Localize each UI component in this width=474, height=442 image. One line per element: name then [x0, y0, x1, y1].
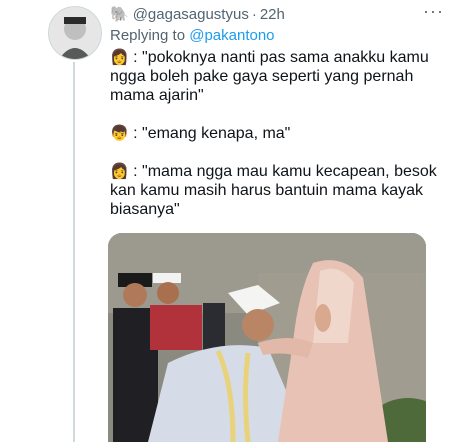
replying-to: Replying to @pakantono	[110, 27, 275, 44]
mention-link[interactable]: @pakantono	[189, 27, 274, 44]
dialogue-text: : "pokoknya nanti pas sama anakku kamu n…	[110, 49, 434, 104]
woman-emoji-icon: 👩	[110, 49, 129, 66]
tweet-photo[interactable]	[108, 233, 426, 442]
tweet-text: 👩 : "pokoknya nanti pas sama anakku kamu…	[110, 48, 440, 238]
dialogue-line: 👩 : "pokoknya nanti pas sama anakku kamu…	[110, 48, 440, 105]
elephant-icon: 🐘	[110, 6, 129, 23]
tweet-time[interactable]: 22h	[260, 6, 285, 23]
boy-emoji-icon: 👦	[110, 125, 129, 142]
replying-prefix: Replying to	[110, 27, 190, 44]
user-handle[interactable]: @gagasagustyus	[133, 6, 249, 23]
dialogue-text: : "mama ngga mau kamu kecapean, besok ka…	[110, 163, 442, 218]
dialogue-line: 👩 : "mama ngga mau kamu kecapean, besok …	[110, 162, 440, 219]
woman-emoji-icon: 👩	[110, 163, 129, 180]
dialogue-line: 👦 : "emang kenapa, ma"	[110, 124, 440, 143]
separator: ·	[251, 5, 257, 23]
thread-line	[73, 62, 75, 442]
tweet-header: 🐘 @gagasagustyus · 22h ···	[110, 2, 444, 24]
avatar[interactable]	[48, 6, 102, 60]
dialogue-text: : "emang kenapa, ma"	[128, 125, 291, 142]
more-options-icon[interactable]: ···	[423, 2, 444, 20]
